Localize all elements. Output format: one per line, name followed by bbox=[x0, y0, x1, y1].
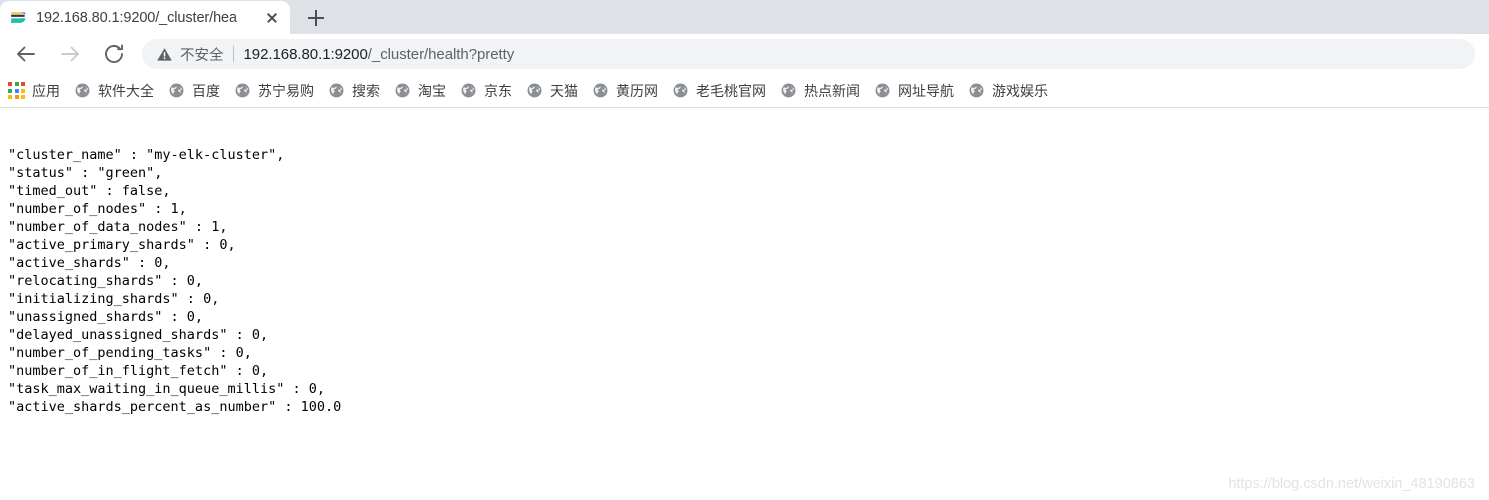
omnibox-divider bbox=[232, 46, 234, 62]
globe-icon bbox=[74, 82, 91, 99]
globe-icon bbox=[168, 82, 185, 99]
watermark: https://blog.csdn.net/weixin_48190863 bbox=[1228, 476, 1475, 492]
page-content: "cluster_name" : "my-elk-cluster", "stat… bbox=[0, 108, 1489, 500]
globe-icon bbox=[394, 82, 411, 99]
bookmark-item[interactable]: 黄历网 bbox=[586, 78, 666, 104]
tab-strip: 192.168.80.1:9200/_cluster/hea bbox=[0, 0, 1489, 34]
bookmark-label: 苏宁易购 bbox=[258, 82, 314, 99]
bookmark-label: 软件大全 bbox=[98, 82, 154, 99]
tab-title: 192.168.80.1:9200/_cluster/hea bbox=[36, 9, 237, 26]
bookmark-item[interactable]: 软件大全 bbox=[68, 78, 162, 104]
browser-toolbar: 不安全 192.168.80.1:9200/_cluster/health?pr… bbox=[0, 34, 1489, 74]
bookmark-label: 热点新闻 bbox=[804, 82, 860, 99]
globe-icon bbox=[526, 82, 543, 99]
bookmark-item[interactable]: 苏宁易购 bbox=[228, 78, 322, 104]
bookmark-item[interactable]: 天猫 bbox=[520, 78, 586, 104]
bookmark-label: 游戏娱乐 bbox=[992, 82, 1048, 99]
bookmark-item[interactable]: 游戏娱乐 bbox=[962, 78, 1056, 104]
globe-icon bbox=[968, 82, 985, 99]
bookmark-label: 老毛桃官网 bbox=[696, 82, 766, 99]
bookmark-apps[interactable]: 应用 bbox=[2, 78, 68, 104]
bookmark-label: 百度 bbox=[192, 82, 220, 99]
bookmark-item[interactable]: 热点新闻 bbox=[774, 78, 868, 104]
url-host: 192.168.80.1:9200 bbox=[243, 45, 368, 63]
bookmark-label: 应用 bbox=[32, 82, 60, 99]
address-bar[interactable]: 不安全 192.168.80.1:9200/_cluster/health?pr… bbox=[142, 39, 1475, 69]
browser-tab[interactable]: 192.168.80.1:9200/_cluster/hea bbox=[0, 1, 290, 34]
bookmark-label: 淘宝 bbox=[418, 82, 446, 99]
bookmark-item[interactable]: 老毛桃官网 bbox=[666, 78, 774, 104]
bookmark-item[interactable]: 京东 bbox=[454, 78, 520, 104]
globe-icon bbox=[234, 82, 251, 99]
forward-arrow-icon bbox=[53, 37, 87, 71]
globe-icon bbox=[592, 82, 609, 99]
reload-icon[interactable] bbox=[97, 37, 131, 71]
elasticsearch-icon bbox=[9, 9, 26, 26]
globe-icon bbox=[460, 82, 477, 99]
url-text: 192.168.80.1:9200/_cluster/health?pretty bbox=[244, 46, 515, 63]
globe-icon bbox=[874, 82, 891, 99]
bookmarks-bar: 应用 软件大全 百度 苏宁易购 搜索 淘宝 京东 天猫 黄历网 老毛桃官网 热点新闻 网址导航 游戏娱… bbox=[0, 74, 1489, 108]
apps-grid-icon bbox=[8, 82, 25, 99]
close-icon[interactable] bbox=[260, 6, 284, 30]
bookmark-item[interactable]: 网址导航 bbox=[868, 78, 962, 104]
bookmark-label: 网址导航 bbox=[898, 82, 954, 99]
globe-icon bbox=[328, 82, 345, 99]
bookmark-label: 搜索 bbox=[352, 82, 380, 99]
globe-icon bbox=[672, 82, 689, 99]
security-status-text: 不安全 bbox=[180, 47, 224, 64]
globe-icon bbox=[780, 82, 797, 99]
bookmark-label: 黄历网 bbox=[616, 82, 658, 99]
bookmark-item[interactable]: 搜索 bbox=[322, 78, 388, 104]
bookmark-label: 天猫 bbox=[550, 82, 578, 99]
bookmark-label: 京东 bbox=[484, 82, 512, 99]
warning-triangle-icon[interactable] bbox=[156, 46, 173, 63]
bookmark-item[interactable]: 淘宝 bbox=[388, 78, 454, 104]
cluster-health-json: "cluster_name" : "my-elk-cluster", "stat… bbox=[8, 147, 342, 415]
back-arrow-icon[interactable] bbox=[9, 37, 43, 71]
url-path: /_cluster/health?pretty bbox=[367, 45, 515, 63]
bookmark-item[interactable]: 百度 bbox=[162, 78, 228, 104]
new-tab-button[interactable] bbox=[294, 3, 338, 33]
